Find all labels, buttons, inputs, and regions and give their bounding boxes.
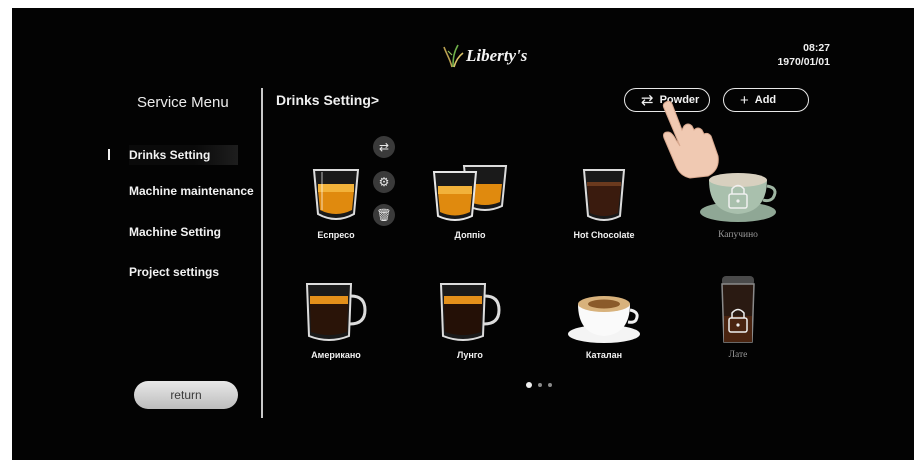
hot-chocolate-glass-icon [544,146,664,226]
add-button[interactable]: + Add [723,88,809,112]
latte-glass-icon [678,266,798,346]
drink-tile-hot-chocolate[interactable]: Hot Chocolate [544,146,664,256]
drink-label: Лунго [457,350,483,360]
service-menu-title: Service Menu [137,94,229,111]
leaf-logo-icon [443,44,464,68]
time-display: 08:27 [803,42,830,54]
sidebar-item-drinks-setting[interactable]: Drinks Setting [129,145,239,165]
vertical-divider [261,88,263,418]
active-item-marker [108,149,110,160]
drink-tile-latte[interactable]: Лате [678,266,798,376]
doppio-glasses-icon [410,146,530,226]
page-indicator[interactable] [526,382,552,388]
drink-label: Еспресо [317,230,355,240]
swap-arrows-icon: ⇄ [641,91,654,109]
page-title: Drinks Setting> [276,92,380,108]
plus-icon: + [740,91,749,109]
sidebar-item-machine-setting[interactable]: Machine Setting [129,225,221,239]
return-button[interactable]: return [134,381,238,409]
page-dot-active[interactable] [526,382,532,388]
page-dot[interactable] [548,383,552,387]
drink-label: Американо [311,350,361,360]
drink-tile-doppio[interactable]: Доппіо [410,146,530,256]
americano-mug-icon [276,266,396,346]
pointing-hand-icon [660,100,722,185]
brand-logo: Liberty's [442,40,527,72]
app-screen: Liberty's 08:27 1970/01/01 Service Menu … [12,8,914,460]
catalan-cup-icon [544,266,664,346]
page-dot[interactable] [538,383,542,387]
drink-tile-espresso[interactable]: Еспресо [276,146,396,256]
drink-label: Каталан [585,350,623,360]
drink-label: Капучино [718,230,758,240]
espresso-glass-icon [276,146,396,226]
drink-label: Доппіо [454,230,486,240]
date-display: 1970/01/01 [777,56,830,68]
drink-tile-americano[interactable]: Американо [276,266,396,376]
drink-tile-lungo[interactable]: Лунго [410,266,530,376]
drink-label: Hot Chocolate [573,230,635,240]
add-button-label: Add [754,94,777,106]
sidebar-item-project-settings[interactable]: Project settings [129,265,219,279]
clock: 08:27 1970/01/01 [777,41,830,69]
drink-tile-catalan[interactable]: Каталан [544,266,664,376]
lungo-mug-icon [410,266,530,346]
sidebar-item-machine-maintenance[interactable]: Machine maintenance [129,184,254,198]
drink-label: Лате [728,350,748,360]
brand-name: Liberty's [466,46,528,65]
